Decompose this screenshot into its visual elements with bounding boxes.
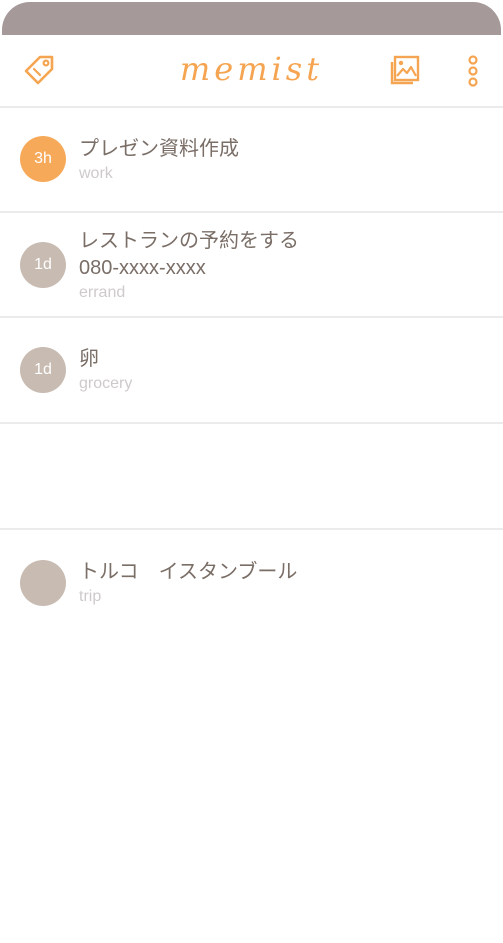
memo-list: 3h プレゼン資料作成 work 1d レストランの予約をする 080-xxxx… [0, 108, 503, 636]
status-bar [2, 2, 501, 35]
memo-category: work [79, 165, 113, 182]
list-item[interactable]: 1d レストランの予約をする 080-xxxx-xxxx errand [0, 213, 503, 318]
list-item[interactable]: 1d 卵 grocery [0, 318, 503, 424]
due-badge [20, 560, 66, 606]
list-item[interactable] [0, 424, 503, 530]
image-gallery-icon[interactable] [389, 54, 421, 86]
app-bar: memist [0, 35, 503, 108]
due-badge: 3h [20, 136, 66, 182]
memo-category: errand [79, 284, 126, 301]
list-item[interactable]: 3h プレゼン資料作成 work [0, 108, 503, 213]
memo-subtitle: 080-xxxx-xxxx [79, 257, 206, 279]
more-vertical-icon[interactable] [463, 55, 483, 87]
memo-category: grocery [79, 375, 133, 392]
list-item[interactable]: トルコ イスタンブール trip [0, 530, 503, 636]
memo-title: 卵 [79, 348, 99, 370]
due-badge: 1d [20, 347, 66, 393]
memo-category: trip [79, 588, 102, 605]
memo-title: トルコ イスタンブール [79, 561, 298, 583]
due-badge: 1d [20, 242, 66, 288]
memo-title: レストランの予約をする [79, 230, 299, 252]
app-logo: memist [179, 50, 324, 88]
memo-title: プレゼン資料作成 [79, 138, 239, 160]
